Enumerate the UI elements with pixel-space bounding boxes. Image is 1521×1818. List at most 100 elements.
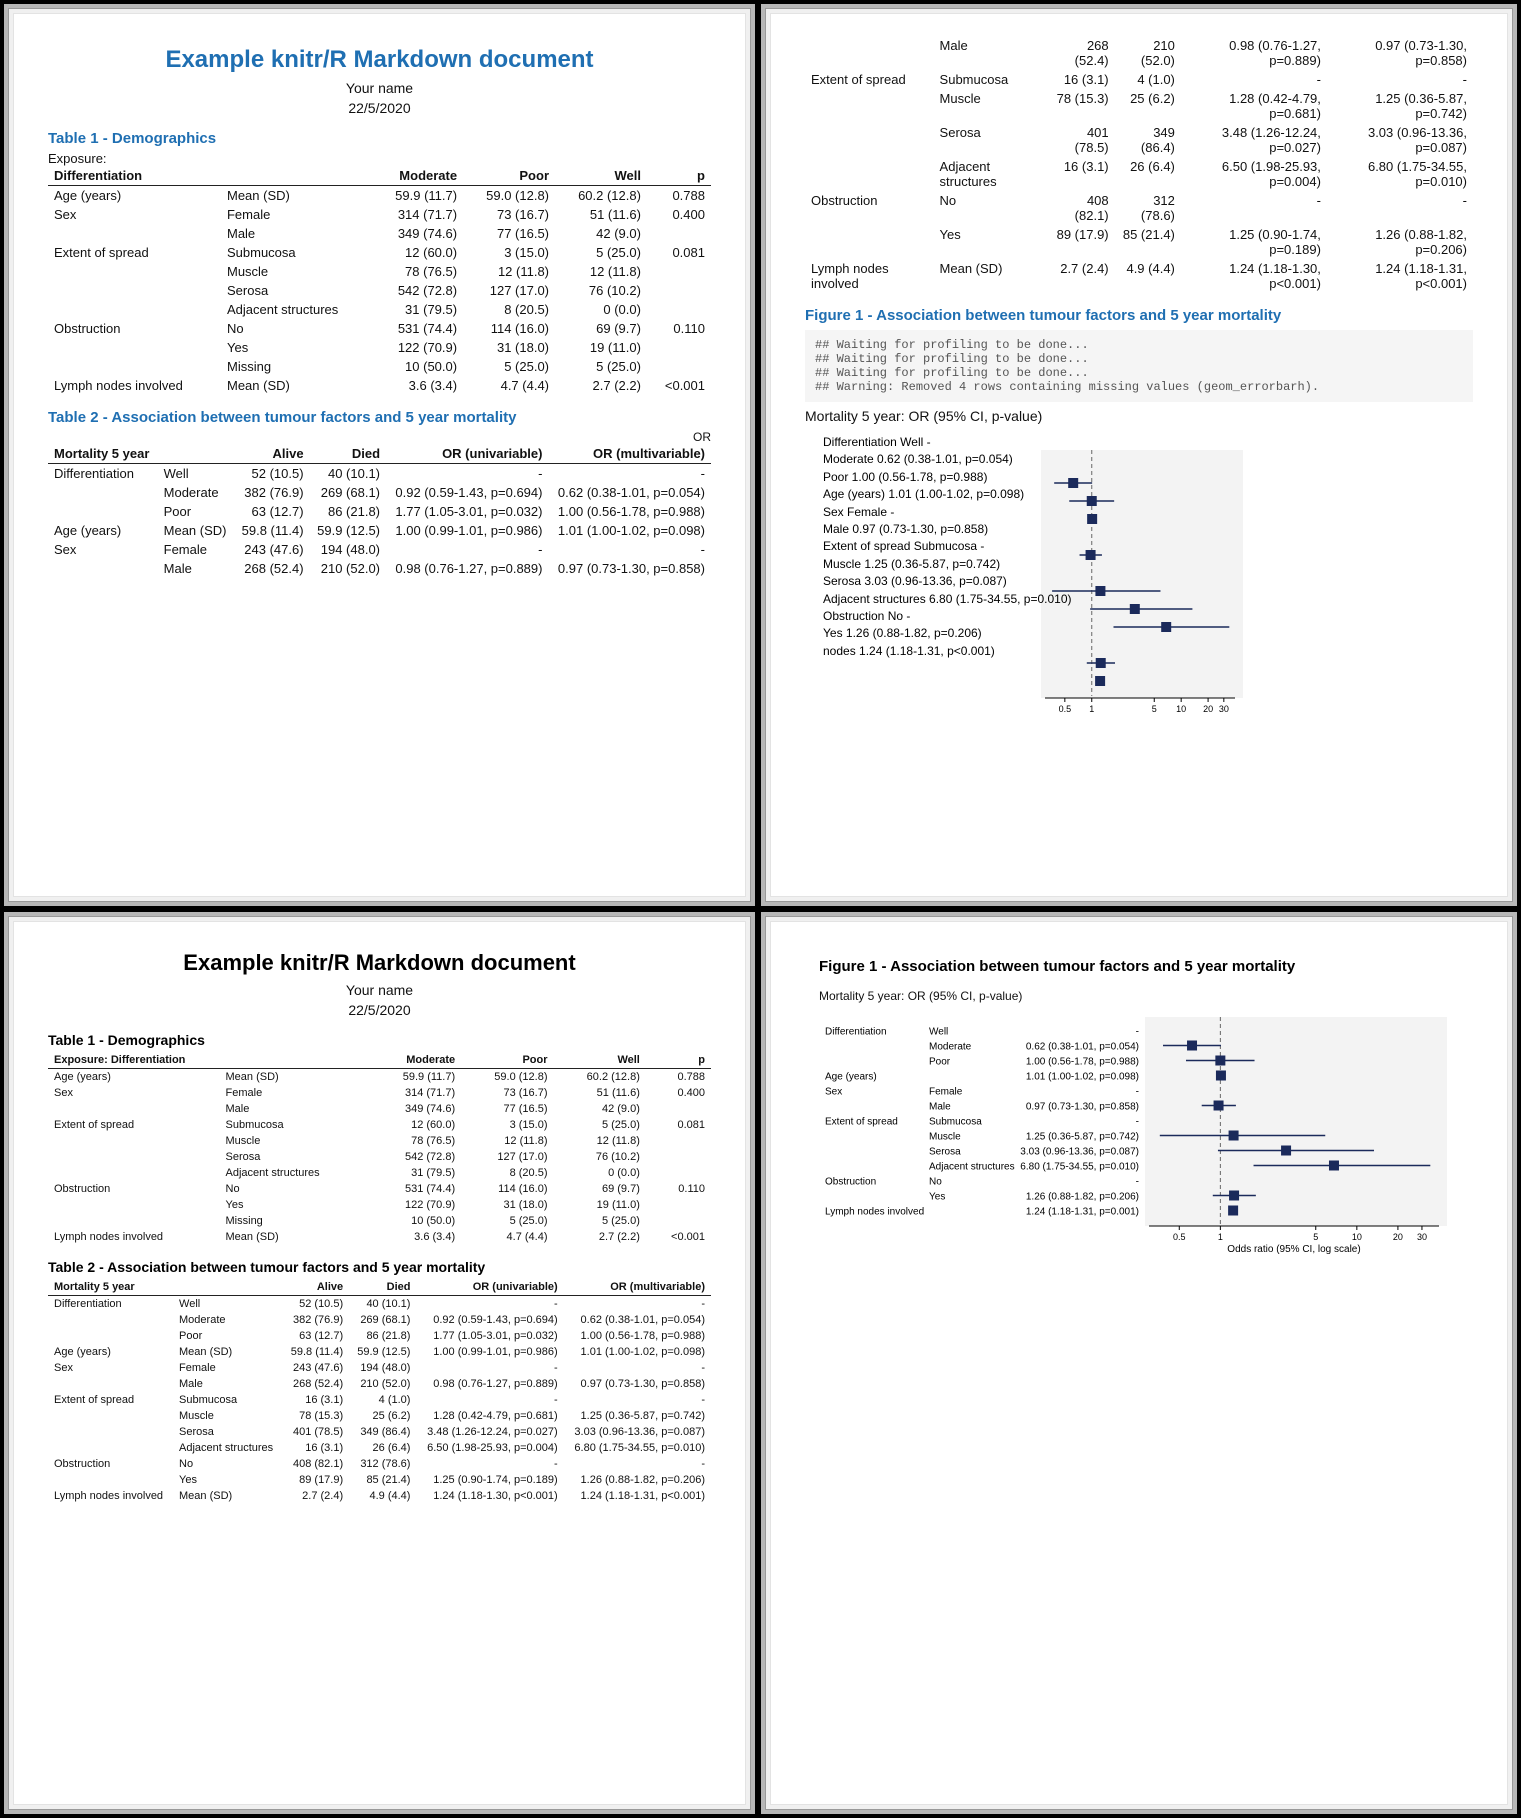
table-row: Serosa 401 (78.5) 349 (86.4) 3.48 (1.26-… — [48, 1424, 711, 1440]
died-head: Died — [310, 444, 386, 464]
svg-text:Male: Male — [929, 1102, 951, 1113]
table1-compact: Exposure: Differentiation Moderate Poor … — [48, 1052, 711, 1245]
svg-text:Obstruction: Obstruction — [825, 1177, 876, 1188]
table2-body: Differentiation Well 52 (10.5) 40 (10.1)… — [48, 1296, 711, 1505]
svg-text:20: 20 — [1203, 704, 1213, 714]
table-row: Male 268 (52.4) 210 (52.0) 0.98 (0.76-1.… — [805, 36, 1473, 70]
svg-text:Age (years): Age (years) — [825, 1072, 877, 1083]
figure1-heading: Figure 1 - Association between tumour fa… — [819, 958, 1459, 975]
svg-text:5: 5 — [1313, 1232, 1318, 1242]
svg-text:1.01 (1.00-1.02, p=0.098): 1.01 (1.00-1.02, p=0.098) — [1026, 1072, 1139, 1083]
pane-bottom-right: Figure 1 - Association between tumour fa… — [761, 912, 1517, 1814]
svg-text:1.24 (1.18-1.31, p=0.001): 1.24 (1.18-1.31, p=0.001) — [1026, 1207, 1139, 1218]
table2-heading: Table 2 - Association between tumour fac… — [48, 1259, 711, 1275]
doc-title: Example knitr/R Markdown document — [48, 46, 711, 74]
forest-plot: Mortality 5 year: OR (95% CI, p-value) D… — [819, 989, 1459, 1255]
table-row: Serosa 542 (72.8) 127 (17.0) 76 (10.2) — [48, 281, 711, 300]
m5-head: Mortality 5 year — [48, 444, 158, 464]
svg-text:1.25 (0.36-5.87, p=0.742): 1.25 (0.36-5.87, p=0.742) — [1026, 1132, 1139, 1143]
forest-plot-svg: DifferentiationWell-Moderate0.62 (0.38-1… — [819, 1005, 1459, 1255]
svg-text:Submucosa: Submucosa — [929, 1117, 982, 1128]
svg-text:1: 1 — [1218, 1232, 1223, 1242]
table-row: Lymph nodes involved Mean (SD) 3.6 (3.4)… — [48, 376, 711, 395]
svg-text:Differentiation: Differentiation — [825, 1027, 887, 1038]
or-head: OR — [48, 430, 711, 444]
table-row: Missing 10 (50.0) 5 (25.0) 5 (25.0) — [48, 357, 711, 376]
doc-title: Example knitr/R Markdown document — [48, 950, 711, 976]
table-row: Differentiation Well 52 (10.5) 40 (10.1)… — [48, 1296, 711, 1313]
svg-text:Odds ratio (95% CI, log scale): Odds ratio (95% CI, log scale) — [1227, 1244, 1360, 1255]
table-row: Poor 63 (12.7) 86 (21.8) 1.77 (1.05-3.01… — [48, 502, 711, 521]
table1: Differentiation Moderate Poor Well p Age… — [48, 166, 711, 395]
svg-text:30: 30 — [1417, 1232, 1427, 1242]
table-row: Missing 10 (50.0) 5 (25.0) 5 (25.0) — [48, 1213, 711, 1229]
or-m-head: OR (multivariable) — [548, 444, 711, 464]
table1-body: Age (years) Mean (SD) 59.9 (11.7) 59.0 (… — [48, 1069, 711, 1246]
plot-title: Mortality 5 year: OR (95% CI, p-value) — [819, 989, 1459, 1003]
svg-text:1.26 (0.88-1.82, p=0.206): 1.26 (0.88-1.82, p=0.206) — [1026, 1192, 1139, 1203]
table-row: Adjacent structures 31 (79.5) 8 (20.5) 0… — [48, 1165, 711, 1181]
pane-top-left: Example knitr/R Markdown document Your n… — [4, 4, 755, 906]
table-row: Lymph nodes involved Mean (SD) 2.7 (2.4)… — [48, 1488, 711, 1504]
table-row: Adjacent structures 16 (3.1) 26 (6.4) 6.… — [805, 157, 1473, 191]
svg-text:-: - — [1136, 1027, 1139, 1038]
table-row: Sex Female 243 (47.6) 194 (48.0) - - — [48, 540, 711, 559]
table-row: Lymph nodes involved Mean (SD) 3.6 (3.4)… — [48, 1229, 711, 1245]
table-row: Differentiation Well 52 (10.5) 40 (10.1)… — [48, 464, 711, 484]
table-row: Male 268 (52.4) 210 (52.0) 0.98 (0.76-1.… — [48, 559, 711, 578]
plot-title: Mortality 5 year: OR (95% CI, p-value) — [805, 408, 1473, 424]
table-row: Yes 89 (17.9) 85 (21.4) 1.25 (0.90-1.74,… — [805, 225, 1473, 259]
doc-date: 22/5/2020 — [48, 1002, 711, 1018]
exposure-line-a: Exposure: — [48, 151, 711, 166]
svg-text:0.5: 0.5 — [1173, 1232, 1186, 1242]
doc-author: Your name — [48, 982, 711, 998]
r-console-output: ## Waiting for profiling to be done...##… — [805, 330, 1473, 402]
table-row: Poor 63 (12.7) 86 (21.8) 1.77 (1.05-3.01… — [48, 1328, 711, 1344]
table-row: Obstruction No 408 (82.1) 312 (78.6) - - — [805, 191, 1473, 225]
pdf-two-page-comparison: Example knitr/R Markdown document Your n… — [0, 0, 1521, 1818]
doc-date: 22/5/2020 — [48, 100, 711, 116]
table-row: Extent of spread Submucosa 12 (60.0) 3 (… — [48, 1117, 711, 1133]
svg-text:10: 10 — [1352, 1232, 1362, 1242]
svg-text:Poor: Poor — [929, 1057, 951, 1068]
pane-bottom-left: Example knitr/R Markdown document Your n… — [4, 912, 755, 1814]
svg-text:-: - — [1136, 1117, 1139, 1128]
table-row: Age (years) Mean (SD) 59.8 (11.4) 59.9 (… — [48, 521, 711, 540]
svg-text:0.5: 0.5 — [1059, 704, 1072, 714]
svg-text:20: 20 — [1393, 1232, 1403, 1242]
svg-text:No: No — [929, 1177, 942, 1188]
table2-heading: Table 2 - Association between tumour fac… — [48, 409, 711, 426]
document-figure-page: Figure 1 - Association between tumour fa… — [770, 921, 1508, 1805]
svg-text:-: - — [1136, 1087, 1139, 1098]
table-row: Yes 122 (70.9) 31 (18.0) 19 (11.0) — [48, 1197, 711, 1213]
table-row: Extent of spread Submucosa 16 (3.1) 4 (1… — [48, 1392, 711, 1408]
table-row: Muscle 78 (15.3) 25 (6.2) 1.28 (0.42-4.7… — [48, 1408, 711, 1424]
table-row: Moderate 382 (76.9) 269 (68.1) 0.92 (0.5… — [48, 483, 711, 502]
plot-row-labels: Differentiation Well - Moderate 0.62 (0.… — [823, 434, 1053, 660]
table-row: Age (years) Mean (SD) 59.9 (11.7) 59.0 (… — [48, 186, 711, 206]
table-row: Obstruction No 408 (82.1) 312 (78.6) - - — [48, 1456, 711, 1472]
pane-top-right: Male 268 (52.4) 210 (52.0) 0.98 (0.76-1.… — [761, 4, 1517, 906]
table2-compact: Mortality 5 year Alive Died OR (univaria… — [48, 1279, 711, 1504]
svg-text:5: 5 — [1152, 704, 1157, 714]
table-row: Obstruction No 531 (74.4) 114 (16.0) 69 … — [48, 319, 711, 338]
document-page-2: Male 268 (52.4) 210 (52.0) 0.98 (0.76-1.… — [770, 13, 1508, 897]
svg-text:Well: Well — [929, 1027, 948, 1038]
table2: Mortality 5 year Alive Died OR (univaria… — [48, 444, 711, 578]
table-row: Obstruction No 531 (74.4) 114 (16.0) 69 … — [48, 1181, 711, 1197]
table-row: Male 268 (52.4) 210 (52.0) 0.98 (0.76-1.… — [48, 1376, 711, 1392]
table2-cont: Male 268 (52.4) 210 (52.0) 0.98 (0.76-1.… — [805, 36, 1473, 293]
table-row: Sex Female 243 (47.6) 194 (48.0) - - — [48, 1360, 711, 1376]
exposure-line-b: Differentiation — [48, 166, 221, 186]
table-row: Male 349 (74.6) 77 (16.5) 42 (9.0) — [48, 1101, 711, 1117]
svg-text:1.00 (0.56-1.78, p=0.988): 1.00 (0.56-1.78, p=0.988) — [1026, 1057, 1139, 1068]
svg-text:3.03 (0.96-13.36, p=0.087): 3.03 (0.96-13.36, p=0.087) — [1020, 1147, 1139, 1158]
table-row: Muscle 78 (76.5) 12 (11.8) 12 (11.8) — [48, 1133, 711, 1149]
table2-cont-body: Male 268 (52.4) 210 (52.0) 0.98 (0.76-1.… — [805, 36, 1473, 293]
svg-text:Adjacent structures: Adjacent structures — [929, 1162, 1015, 1173]
table-row: Extent of spread Submucosa 16 (3.1) 4 (1… — [805, 70, 1473, 89]
svg-text:Lymph nodes involved: Lymph nodes involved — [825, 1207, 924, 1218]
alive-head: Alive — [234, 444, 309, 464]
table-row: Serosa 542 (72.8) 127 (17.0) 76 (10.2) — [48, 1149, 711, 1165]
svg-text:-: - — [1136, 1177, 1139, 1188]
